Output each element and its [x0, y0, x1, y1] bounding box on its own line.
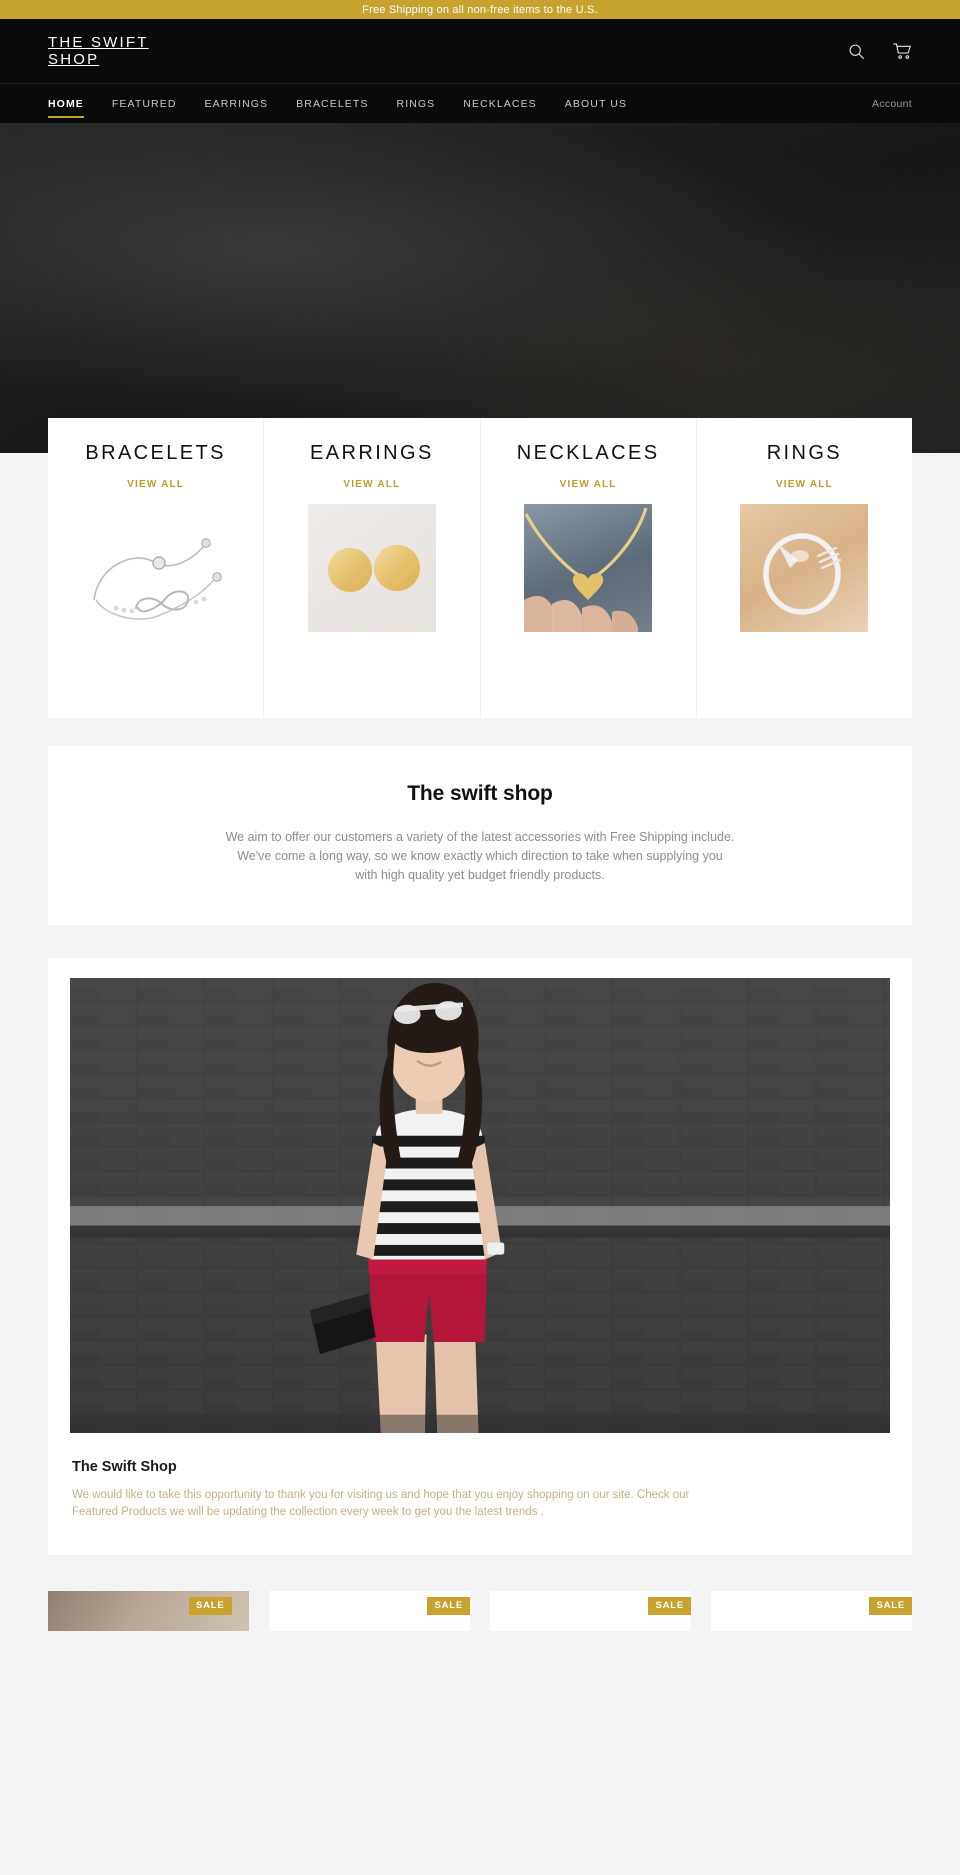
collection-view-all-link[interactable]: VIEW ALL: [776, 479, 833, 490]
product-card[interactable]: SALE: [48, 1591, 249, 1631]
nav-link-about-us[interactable]: ABOUT US: [551, 84, 641, 124]
collection-card-rings[interactable]: RINGS VIEW ALL: [697, 418, 912, 718]
rich-text-heading: The swift shop: [407, 782, 553, 805]
feature-image: [70, 978, 890, 1433]
header-icon-group: [846, 41, 912, 61]
rich-text-line-2: We've come a long way, so we know exactl…: [237, 849, 723, 863]
nav-link-bracelets[interactable]: BRACELETS: [282, 84, 382, 124]
nav-link-earrings[interactable]: EARRINGS: [191, 84, 283, 124]
collection-view-all-link[interactable]: VIEW ALL: [560, 479, 617, 490]
silver-infinity-bracelet-image: [75, 504, 236, 632]
status-badge: SALE: [648, 1597, 691, 1615]
collection-view-all-link[interactable]: VIEW ALL: [343, 479, 400, 490]
product-card[interactable]: SALE: [490, 1591, 691, 1631]
nav-list: HOME FEATURED EARRINGS BRACELETS RINGS N…: [48, 84, 641, 123]
announcement-bar: Free Shipping on all non-free items to t…: [0, 0, 960, 19]
status-badge: SALE: [427, 1597, 470, 1615]
silver-arrow-ring-image: [740, 504, 869, 632]
hero-banner: [0, 123, 960, 453]
collection-list: BRACELETS VIEW ALL EARRINGS VIEW ALL NEC…: [48, 418, 912, 718]
main-navigation: HOME FEATURED EARRINGS BRACELETS RINGS N…: [0, 83, 960, 123]
gold-heart-pendant-necklace-image: [524, 504, 653, 632]
product-card[interactable]: SALE: [711, 1591, 912, 1631]
nav-item-about-us[interactable]: ABOUT US: [551, 84, 641, 123]
product-grid: SALE SALE SALE SALE: [48, 1591, 912, 1631]
announcement-text: Free Shipping on all non-free items to t…: [362, 3, 598, 16]
collection-title: RINGS: [766, 442, 843, 464]
status-badge: SALE: [189, 1597, 232, 1615]
site-logo[interactable]: THE SWIFT SHOP: [48, 34, 188, 68]
nav-item-featured[interactable]: FEATURED: [98, 84, 191, 123]
nav-link-home[interactable]: HOME: [48, 84, 98, 124]
account-link[interactable]: Account: [872, 84, 912, 123]
shopping-cart-icon[interactable]: [892, 41, 912, 61]
feature-title: The Swift Shop: [72, 1459, 177, 1475]
nav-link-featured[interactable]: FEATURED: [98, 84, 191, 124]
gold-disc-stud-earrings-image: [307, 504, 436, 632]
nav-item-earrings[interactable]: EARRINGS: [191, 84, 283, 123]
collection-title: EARRINGS: [310, 442, 434, 464]
status-badge: SALE: [869, 1597, 912, 1615]
rich-text-section: The swift shop We aim to offer our custo…: [48, 746, 912, 925]
nav-item-necklaces[interactable]: NECKLACES: [449, 84, 551, 123]
collection-view-all-link[interactable]: VIEW ALL: [127, 479, 184, 490]
collection-card-earrings[interactable]: EARRINGS VIEW ALL: [264, 418, 481, 718]
feature-body-text: We would like to take this opportunity t…: [72, 1489, 690, 1518]
nav-item-home[interactable]: HOME: [48, 84, 98, 123]
site-header: THE SWIFT SHOP: [0, 19, 960, 83]
rich-text-line-1: We aim to offer our customers a variety …: [225, 830, 735, 844]
collection-title: BRACELETS: [85, 442, 226, 464]
nav-item-rings[interactable]: RINGS: [383, 84, 450, 123]
collection-title: NECKLACES: [516, 442, 660, 464]
collection-list-section: BRACELETS VIEW ALL EARRINGS VIEW ALL NEC…: [0, 418, 960, 718]
collection-card-necklaces[interactable]: NECKLACES VIEW ALL: [481, 418, 697, 718]
nav-item-bracelets[interactable]: BRACELETS: [282, 84, 382, 123]
collection-card-bracelets[interactable]: BRACELETS VIEW ALL: [48, 418, 265, 718]
rich-text-line-3: with high quality yet budget friendly pr…: [355, 868, 605, 882]
nav-link-rings[interactable]: RINGS: [383, 84, 450, 124]
feature-section: The Swift Shop We would like to take thi…: [48, 958, 912, 1555]
search-icon[interactable]: [846, 41, 866, 61]
product-card[interactable]: SALE: [269, 1591, 470, 1631]
nav-link-necklaces[interactable]: NECKLACES: [449, 84, 551, 124]
